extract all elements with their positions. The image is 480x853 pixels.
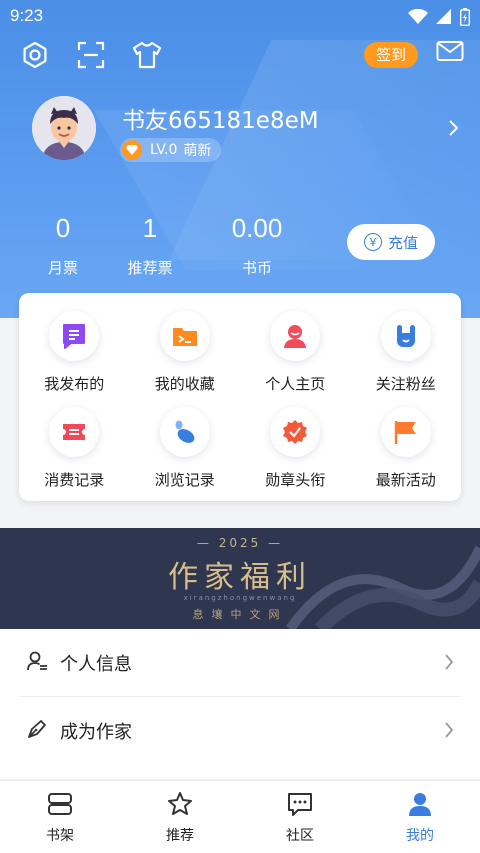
pen-icon <box>26 718 48 744</box>
grid-item-favorites[interactable]: 我的收藏 <box>130 311 241 407</box>
chevron-right-icon <box>444 653 454 675</box>
grid-item-events[interactable]: 最新活动 <box>351 407 462 503</box>
stat-monthly-ticket[interactable]: 0 月票 <box>32 213 94 278</box>
menu-list: 个人信息 成为作家 <box>0 629 480 779</box>
folder-icon <box>159 311 210 361</box>
person-icon <box>270 311 321 361</box>
stat-value: 0 <box>55 213 71 243</box>
bookshelf-icon <box>46 791 74 821</box>
yen-icon: ¥ <box>363 233 382 251</box>
ticket-icon <box>49 407 100 457</box>
grid-item-spending[interactable]: 消费记录 <box>19 407 130 503</box>
grid-label: 关注粉丝 <box>375 375 436 393</box>
grid-label: 个人主页 <box>265 375 326 393</box>
level-name: 萌新 <box>183 143 212 159</box>
signal-icon <box>436 9 452 29</box>
tab-bookshelf[interactable]: 书架 <box>0 781 120 853</box>
status-bar: 9:23 <box>0 0 480 32</box>
banner-pinyin: xirangzhongwenwang <box>183 594 297 602</box>
menu-item-personal-info[interactable]: 个人信息 <box>0 629 480 696</box>
settings-icon[interactable] <box>18 38 52 72</box>
level-badge: LV.0 萌新 <box>120 138 222 162</box>
star-icon <box>166 791 194 821</box>
tab-label: 推荐 <box>166 828 194 844</box>
chevron-right-icon <box>444 721 454 743</box>
menu-label: 成为作家 <box>60 721 132 743</box>
me-icon <box>406 791 434 821</box>
document-icon <box>49 311 100 361</box>
avatar[interactable] <box>32 96 96 160</box>
stat-value: 0.00 <box>231 213 283 243</box>
grid-label: 浏览记录 <box>154 471 215 489</box>
tab-label: 社区 <box>286 828 314 844</box>
chat-icon <box>286 791 314 821</box>
stat-label: 推荐票 <box>127 259 173 277</box>
rock-hand-icon <box>380 311 431 361</box>
grid-label: 我的收藏 <box>154 375 215 393</box>
stat-value: 1 <box>142 213 158 243</box>
grid-label: 消费记录 <box>44 471 105 489</box>
mail-icon[interactable] <box>436 40 464 66</box>
grid-label: 勋章头衔 <box>265 471 326 489</box>
footprint-icon <box>159 407 210 457</box>
stat-recommend-ticket[interactable]: 1 推荐票 <box>114 213 186 278</box>
flag-icon <box>380 407 431 457</box>
username: 书友665181e8eM <box>122 108 319 134</box>
tshirt-icon[interactable] <box>130 38 164 72</box>
banner-subtitle: 息壤中文网 <box>192 608 288 621</box>
battery-icon <box>459 8 471 30</box>
banner-year: — 2025 — <box>196 536 284 550</box>
grid-label: 我发布的 <box>44 375 105 393</box>
promo-banner[interactable]: — 2025 — 作家福利 xirangzhongwenwang 息壤中文网 <box>0 528 480 629</box>
recharge-label: 充值 <box>387 233 418 252</box>
grid-item-history[interactable]: 浏览记录 <box>130 407 241 503</box>
grid-item-medals[interactable]: 勋章头衔 <box>240 407 351 503</box>
feature-card: 我发布的 我的收藏 个人主页 关注粉丝 消费记录 浏览记录 勋章头衔 最新活动 <box>19 293 461 501</box>
tab-community[interactable]: 社区 <box>240 781 360 853</box>
signin-button[interactable]: 签到 <box>363 42 418 68</box>
tab-me[interactable]: 我的 <box>360 781 480 853</box>
grid-item-follows[interactable]: 关注粉丝 <box>351 311 462 407</box>
status-time: 9:23 <box>10 6 44 25</box>
grid-item-homepage[interactable]: 个人主页 <box>240 311 351 407</box>
stat-label: 月票 <box>47 259 78 277</box>
bottom-tab-bar: 书架 推荐 社区 我的 <box>0 780 480 853</box>
scan-icon[interactable] <box>74 38 108 72</box>
tab-label: 书架 <box>46 828 74 844</box>
banner-title: 作家福利 <box>168 560 312 595</box>
level-value: LV.0 <box>150 142 178 158</box>
diamond-icon <box>122 140 142 160</box>
grid-label: 最新活动 <box>375 471 436 489</box>
tab-recommend[interactable]: 推荐 <box>120 781 240 853</box>
chevron-right-icon[interactable] <box>448 118 460 142</box>
tab-label: 我的 <box>406 828 434 844</box>
menu-item-become-author[interactable]: 成为作家 <box>0 697 480 764</box>
stat-coins[interactable]: 0.00 书币 <box>216 213 298 278</box>
recharge-button[interactable]: ¥ 充值 <box>347 224 435 260</box>
stat-label: 书币 <box>241 259 272 277</box>
grid-item-my-posts[interactable]: 我发布的 <box>19 311 130 407</box>
wifi-icon <box>408 8 428 29</box>
medal-icon <box>270 407 321 457</box>
menu-label: 个人信息 <box>60 653 132 675</box>
user-info-icon <box>26 650 48 676</box>
